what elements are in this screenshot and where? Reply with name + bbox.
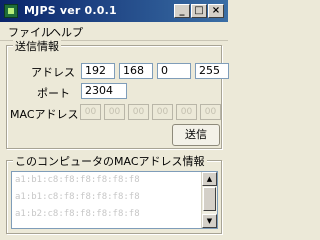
app-icon: [4, 4, 18, 18]
minimize-button[interactable]: _: [174, 4, 190, 18]
close-button[interactable]: ×: [208, 4, 224, 18]
send-button[interactable]: 送信: [172, 124, 220, 146]
list-item[interactable]: a1:b2:c8:f8:f8:f8:f8:f8: [15, 209, 140, 219]
mac-octet-3-input[interactable]: 00: [128, 104, 149, 120]
port-input[interactable]: 2304: [81, 83, 127, 99]
scroll-thumb[interactable]: [203, 187, 216, 211]
address-label: アドレス: [31, 66, 75, 79]
port-label: ポート: [37, 87, 70, 100]
ip-octet-1-input[interactable]: 192: [81, 63, 115, 79]
mac-octet-2-input[interactable]: 00: [104, 104, 125, 120]
vertical-scrollbar[interactable]: ▲ ▼: [201, 172, 217, 228]
send-info-group: 送信情報 アドレス 192 168 0 255 ポート 2304 MACアドレス…: [6, 38, 229, 149]
mac-address-label: MACアドレス: [10, 108, 79, 121]
list-item[interactable]: a1:b1:c8:f8:f8:f8:f8:f8: [15, 175, 140, 185]
maximize-button[interactable]: □: [191, 4, 207, 18]
mac-octet-4-input[interactable]: 00: [152, 104, 173, 120]
ip-octet-2-input[interactable]: 168: [119, 63, 153, 79]
window-title: MJPS ver 0.0.1: [24, 4, 117, 17]
list-item[interactable]: a1:b1:c8:f8:f8:f8:f8:f8: [15, 192, 140, 202]
scroll-up-icon[interactable]: ▲: [202, 172, 217, 186]
ip-octet-4-input[interactable]: 255: [195, 63, 229, 79]
scroll-down-icon[interactable]: ▼: [202, 214, 217, 228]
mac-octet-5-input[interactable]: 00: [176, 104, 197, 120]
send-info-title: 送信情報: [13, 38, 61, 54]
mac-address-list[interactable]: a1:b1:c8:f8:f8:f8:f8:f8 a1:b1:c8:f8:f8:f…: [11, 171, 218, 229]
title-bar: MJPS ver 0.0.1 _ □ ×: [0, 0, 228, 22]
mac-octet-1-input[interactable]: 00: [80, 104, 101, 120]
ip-octet-3-input[interactable]: 0: [157, 63, 191, 79]
mac-info-title: このコンピュータのMACアドレス情報: [13, 153, 207, 169]
mac-octet-6-input[interactable]: 00: [200, 104, 221, 120]
mac-info-group: このコンピュータのMACアドレス情報 a1:b1:c8:f8:f8:f8:f8:…: [6, 153, 222, 234]
